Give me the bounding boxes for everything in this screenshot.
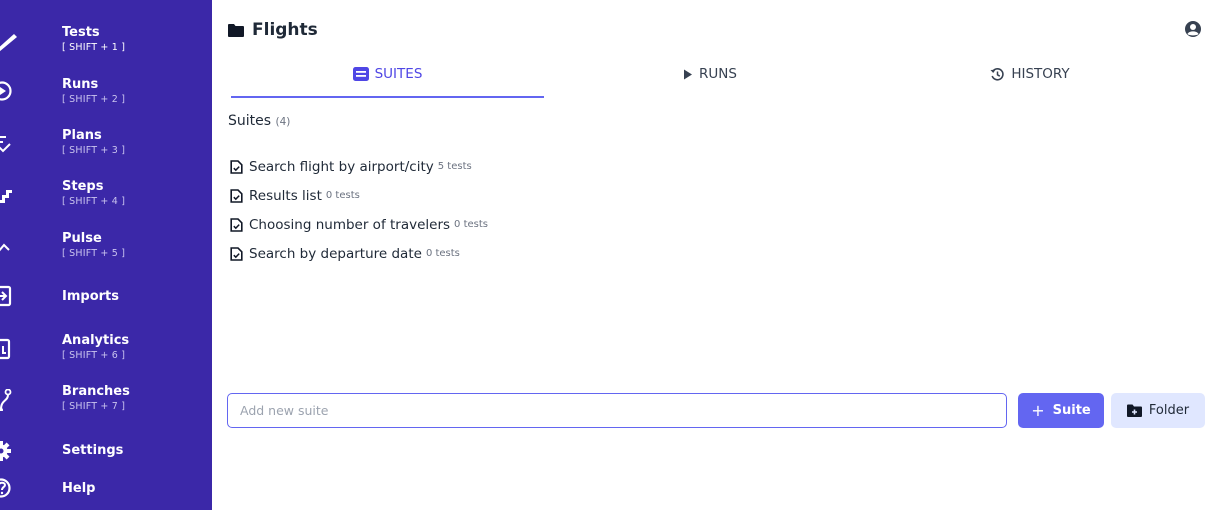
play-circle-icon — [0, 80, 22, 102]
list-item[interactable]: Results list 0 tests — [230, 181, 830, 210]
suite-test-count: 0 tests — [454, 219, 489, 230]
suite-test-count: 5 tests — [437, 161, 472, 172]
sidebar-item-label: Runs — [62, 77, 99, 92]
sidebar-item-analytics[interactable]: Analytics [ SHIFT + 6 ] — [0, 333, 212, 373]
list-item[interactable]: Search by departure date 0 tests — [230, 239, 830, 268]
suites-count: (4) — [275, 116, 291, 128]
sidebar-item-label: Steps — [62, 179, 104, 194]
suite-name: Results list — [249, 187, 322, 204]
sidebar-item-help[interactable]: Help — [0, 478, 212, 510]
suite-test-count: 0 tests — [425, 248, 460, 259]
tab-label: SUITES — [374, 66, 423, 82]
suite-file-icon — [230, 246, 243, 261]
history-icon — [990, 67, 1005, 80]
sidebar-item-label: Help — [62, 481, 96, 496]
sidebar-item-shortcut: [ SHIFT + 5 ] — [62, 248, 126, 259]
sidebar-item-label: Pulse — [62, 231, 102, 246]
sidebar-item-branches[interactable]: Branches [ SHIFT + 7 ] — [0, 384, 212, 424]
tab-label: HISTORY — [1011, 66, 1070, 82]
folder-icon — [228, 24, 244, 37]
suite-name: Search flight by airport/city — [249, 158, 434, 175]
suite-list: Search flight by airport/city 5 tests Re… — [230, 152, 830, 268]
suite-file-icon — [230, 217, 243, 232]
suite-name: Search by departure date — [249, 245, 422, 262]
tab-suites[interactable]: SUITES — [231, 62, 544, 98]
plus-icon: + — [1031, 401, 1045, 420]
sidebar-item-shortcut: [ SHIFT + 4 ] — [62, 196, 126, 207]
sidebar-item-plans[interactable]: Plans [ SHIFT + 3 ] — [0, 128, 212, 168]
sidebar-item-label: Analytics — [62, 333, 130, 348]
folder-plus-icon — [1126, 404, 1142, 417]
sidebar: Tests [ SHIFT + 1 ] Runs [ SHIFT + 2 ] P… — [0, 0, 212, 510]
help-icon — [0, 477, 22, 499]
sidebar-item-imports[interactable]: Imports — [0, 285, 212, 329]
checklist-icon — [0, 133, 22, 155]
play-icon — [684, 69, 693, 79]
import-icon — [0, 285, 22, 307]
suite-file-icon — [230, 188, 243, 203]
page-header: Flights — [228, 18, 318, 42]
sidebar-item-runs[interactable]: Runs [ SHIFT + 2 ] — [0, 77, 212, 117]
sidebar-item-shortcut: [ SHIFT + 7 ] — [62, 401, 126, 412]
sidebar-item-label: Branches — [62, 384, 130, 399]
add-folder-label: Folder — [1148, 403, 1190, 418]
pulse-icon — [0, 236, 22, 258]
sidebar-item-steps[interactable]: Steps [ SHIFT + 4 ] — [0, 179, 212, 219]
list-item[interactable]: Search flight by airport/city 5 tests — [230, 152, 830, 181]
new-suite-input[interactable] — [227, 393, 1007, 428]
sidebar-item-shortcut: [ SHIFT + 2 ] — [62, 94, 126, 105]
sidebar-item-label: Imports — [62, 289, 119, 304]
stairs-icon — [0, 182, 22, 204]
branch-icon — [0, 389, 22, 411]
sidebar-item-shortcut: [ SHIFT + 1 ] — [62, 42, 126, 53]
sidebar-item-settings[interactable]: Settings — [0, 440, 212, 483]
tab-runs[interactable]: RUNS — [550, 62, 870, 96]
add-suite-label: Suite — [1052, 403, 1091, 418]
sidebar-item-shortcut: [ SHIFT + 3 ] — [62, 145, 126, 156]
page-title: Flights — [252, 20, 318, 40]
suite-name: Choosing number of travelers — [249, 216, 451, 233]
sidebar-item-label: Tests — [62, 25, 100, 40]
list-icon — [352, 67, 369, 81]
gear-icon — [0, 440, 22, 462]
sidebar-item-tests[interactable]: Tests [ SHIFT + 1 ] — [0, 25, 212, 65]
suites-heading: Suites (4) — [228, 113, 290, 129]
user-circle-icon[interactable] — [1184, 20, 1202, 38]
tab-label: RUNS — [699, 66, 737, 82]
sidebar-item-label: Settings — [62, 443, 124, 458]
pencil-icon — [0, 30, 22, 52]
suite-file-icon — [230, 159, 243, 174]
suites-heading-label: Suites — [228, 113, 272, 129]
add-folder-button[interactable]: Folder — [1111, 393, 1205, 428]
suite-test-count: 0 tests — [325, 190, 360, 201]
list-item[interactable]: Choosing number of travelers 0 tests — [230, 210, 830, 239]
sidebar-item-pulse[interactable]: Pulse [ SHIFT + 5 ] — [0, 231, 212, 271]
sidebar-item-label: Plans — [62, 128, 102, 143]
tab-history[interactable]: HISTORY — [870, 62, 1190, 96]
sidebar-item-shortcut: [ SHIFT + 6 ] — [62, 350, 126, 361]
add-suite-button[interactable]: + Suite — [1018, 393, 1104, 428]
analytics-icon — [0, 338, 22, 360]
